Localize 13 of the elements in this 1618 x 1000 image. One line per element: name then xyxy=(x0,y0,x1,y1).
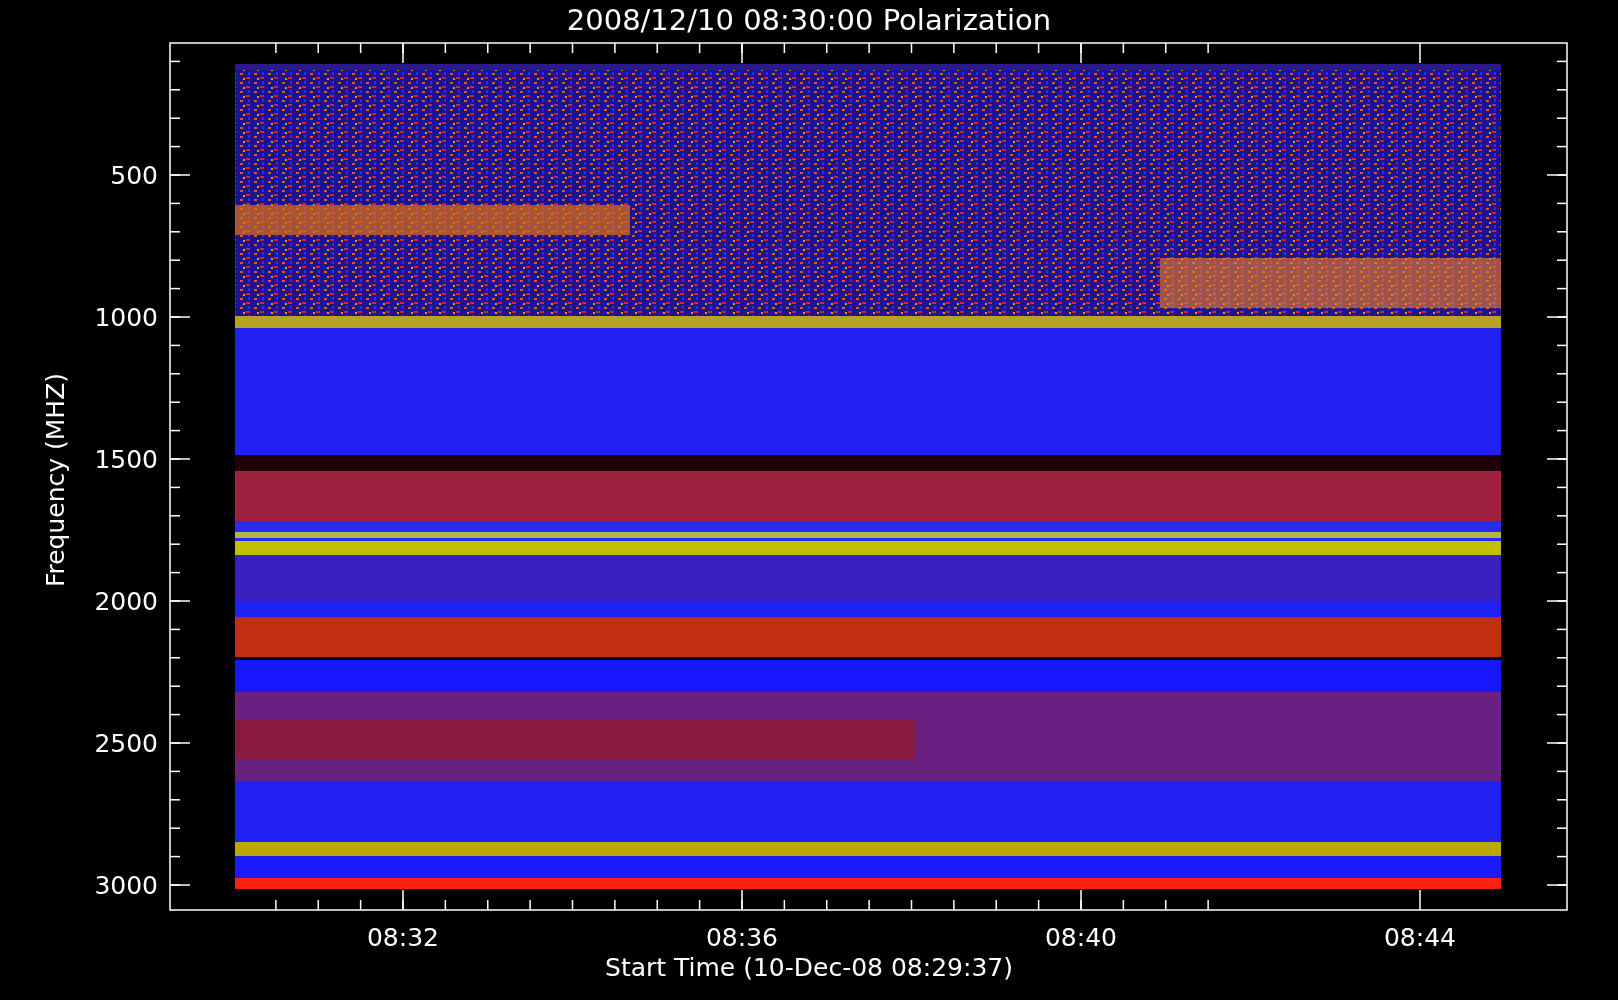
axis-label: Start Time (10-Dec-08 08:29:37) xyxy=(605,953,1013,982)
axis-label: Frequency (MHZ) xyxy=(41,372,70,588)
axis-tick-label: 500 xyxy=(110,161,158,190)
axis-tick-label: 1000 xyxy=(94,303,158,332)
axis-tick-label: 3000 xyxy=(94,871,158,900)
axis-tick-label: 1500 xyxy=(94,445,158,474)
axis-tick-label: 08:36 xyxy=(706,923,778,952)
chart-title: 2008/12/10 08:30:00 Polarization xyxy=(566,3,1052,37)
axis-tick-label: 2000 xyxy=(94,587,158,616)
axis-tick-label: 08:32 xyxy=(367,923,439,952)
axis-tick-label: 08:44 xyxy=(1384,923,1456,952)
axis-tick-label: 2500 xyxy=(94,729,158,758)
axis-tick-label: 08:40 xyxy=(1045,923,1117,952)
